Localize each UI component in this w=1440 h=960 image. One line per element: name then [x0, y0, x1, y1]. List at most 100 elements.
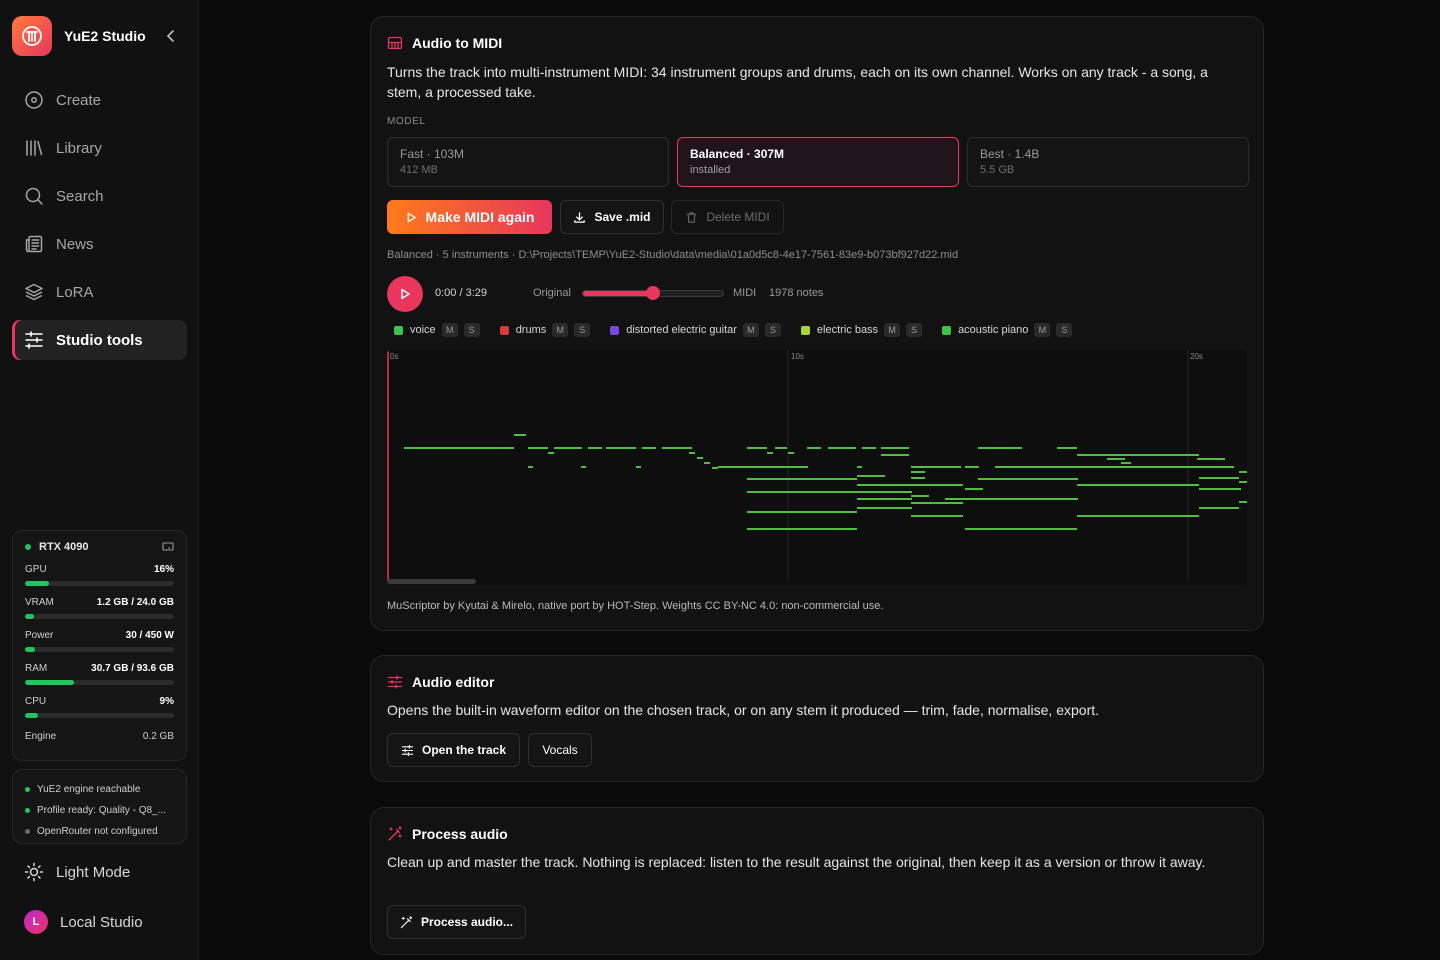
midi-note — [548, 452, 554, 454]
sliders-icon — [387, 675, 403, 689]
note-count: 1978 notes — [769, 287, 824, 299]
midi-note — [857, 484, 912, 486]
piano-icon — [387, 36, 403, 50]
piano-roll[interactable]: 0s 10s 20s — [387, 350, 1247, 585]
midi-note — [1107, 458, 1125, 460]
mute-button[interactable]: M — [552, 323, 569, 337]
play-button[interactable] — [387, 276, 423, 312]
midi-note — [775, 447, 787, 449]
magic-wand-icon — [400, 915, 413, 928]
midi-player: 0:00 / 3:29 Original MIDI 1978 notes — [387, 276, 1247, 312]
avatar: L — [24, 910, 48, 934]
solo-button[interactable]: S — [574, 323, 591, 337]
midi-note — [689, 452, 695, 454]
brand[interactable]: YuE2 Studio — [12, 16, 187, 56]
monitor-icon[interactable] — [162, 541, 174, 553]
model-option-best[interactable]: Best · 1.4B 5.5 GB — [967, 137, 1249, 187]
instrument-drums: drums MS — [499, 323, 591, 337]
midi-note — [965, 528, 1077, 530]
vocals-button[interactable]: Vocals — [528, 733, 592, 767]
instrument-name: drums — [515, 324, 547, 336]
status-line: YuE2 engine reachable — [25, 779, 174, 800]
collapse-sidebar-icon[interactable] — [163, 28, 179, 44]
save-midi-button[interactable]: Save .mid — [560, 200, 664, 234]
midi-note — [911, 477, 925, 479]
midi-note — [828, 447, 856, 449]
midi-note — [857, 498, 912, 500]
mix-slider-knob[interactable] — [646, 286, 660, 300]
app-name: YuE2 Studio — [64, 28, 146, 44]
time-marker: 10s — [791, 352, 804, 361]
status-line: OpenRouter not configured — [25, 821, 174, 842]
nav-create[interactable]: Create — [12, 80, 187, 120]
midi-note — [697, 457, 703, 459]
mute-button[interactable]: M — [1034, 323, 1051, 337]
card-description: Turns the track into multi-instrument MI… — [387, 64, 1208, 100]
metric-bar — [25, 713, 174, 718]
model-option-balanced[interactable]: Balanced · 307M installed — [677, 137, 959, 187]
gpu-name: RTX 4090 — [39, 541, 89, 553]
card-title-text: Process audio — [412, 826, 508, 842]
nav-studio-tools[interactable]: Studio tools — [12, 320, 187, 360]
open-track-button[interactable]: Open the track — [387, 733, 520, 767]
metric-value: 30 / 450 W — [125, 630, 174, 641]
engine-label: Engine — [25, 731, 57, 742]
solo-button[interactable]: S — [463, 323, 480, 337]
instrument-voice: voice MS — [394, 323, 480, 337]
sliders-icon — [25, 331, 43, 349]
play-icon — [407, 212, 416, 222]
nav-search[interactable]: Search — [12, 176, 187, 216]
nav-label: Library — [56, 139, 102, 157]
solo-button[interactable]: S — [764, 323, 781, 337]
midi-note — [1077, 454, 1199, 456]
process-audio-button[interactable]: Process audio... — [387, 905, 526, 939]
status-dot — [25, 808, 30, 813]
metric-bar — [25, 581, 174, 586]
model-size: 412 MB — [400, 164, 438, 176]
midi-note — [662, 447, 692, 449]
metric-bar — [25, 680, 174, 685]
midi-note — [767, 452, 773, 454]
mix-right-label: MIDI — [733, 287, 757, 299]
nav-lora[interactable]: LoRA — [12, 272, 187, 312]
mix-slider[interactable] — [582, 286, 724, 300]
search-icon — [25, 187, 43, 205]
model-option-fast[interactable]: Fast · 103M 412 MB — [387, 137, 669, 187]
theme-toggle[interactable]: Light Mode — [24, 862, 130, 882]
play-icon — [401, 288, 410, 300]
midi-note — [747, 478, 857, 480]
midi-note — [1077, 484, 1199, 486]
roll-scrollbar[interactable] — [387, 579, 476, 584]
playback-time: 0:00 / 3:29 — [435, 287, 487, 299]
layers-icon — [25, 283, 43, 301]
midi-note — [1197, 458, 1225, 460]
solo-button[interactable]: S — [1056, 323, 1073, 337]
instrument-legend: voice MS drums MS distorted electric gui… — [394, 323, 1092, 337]
mute-button[interactable]: M — [441, 323, 458, 337]
mute-button[interactable]: M — [884, 323, 901, 337]
midi-note — [747, 511, 857, 513]
midi-note — [965, 488, 983, 490]
mute-button[interactable]: M — [742, 323, 759, 337]
delete-midi-button[interactable]: Delete MIDI — [671, 200, 784, 234]
midi-note — [978, 478, 1078, 480]
midi-note — [788, 452, 794, 454]
midi-note — [528, 447, 548, 449]
midi-note — [704, 462, 710, 464]
make-midi-button[interactable]: Make MIDI again — [387, 200, 552, 234]
solo-button[interactable]: S — [906, 323, 923, 337]
color-swatch — [610, 325, 620, 335]
user-profile[interactable]: L Local Studio — [24, 910, 143, 934]
nav-label: News — [56, 235, 94, 253]
midi-note — [1239, 501, 1247, 503]
nav-library[interactable]: Library — [12, 128, 187, 168]
download-icon — [574, 211, 586, 223]
user-name: Local Studio — [60, 913, 143, 931]
nav-label: Search — [56, 187, 104, 205]
midi-note — [1199, 477, 1239, 479]
metric-label: GPU — [25, 564, 47, 575]
metric-bar-fill — [25, 581, 49, 586]
midi-note — [881, 447, 909, 449]
nav-news[interactable]: News — [12, 224, 187, 264]
midi-note — [911, 484, 963, 486]
